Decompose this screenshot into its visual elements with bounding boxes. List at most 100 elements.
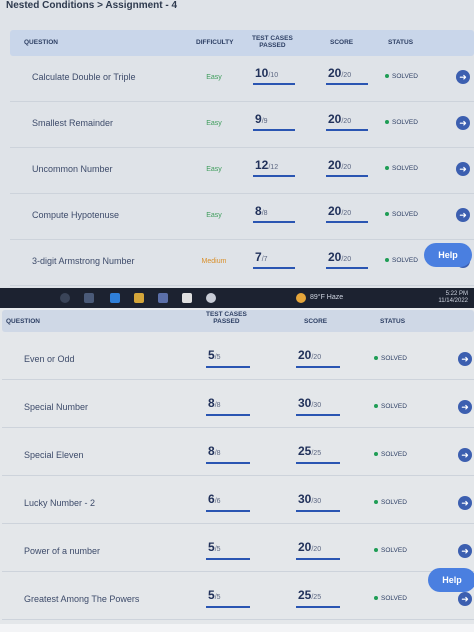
status-badge: SOLVED [374, 595, 407, 602]
test-cases-passed: 8/8 [208, 396, 221, 410]
breadcrumb[interactable]: Nested Conditions > Assignment - 4 [6, 0, 177, 11]
app-icon[interactable] [182, 293, 192, 303]
difficulty-label: Easy [206, 212, 222, 219]
task-view-icon[interactable] [84, 293, 94, 303]
file-explorer-icon[interactable] [134, 293, 144, 303]
search-icon[interactable] [60, 293, 70, 303]
score-progress-bar [326, 175, 368, 177]
tests-total-value: /7 [261, 256, 268, 263]
table-row[interactable]: Power of a number 5/5 20/20 SOLVED ➜ [2, 528, 474, 572]
solved-dot-icon [385, 166, 389, 171]
col-difficulty: DIFFICULTY [196, 39, 234, 46]
test-cases-passed: 10/10 [255, 66, 278, 80]
score-total: /20 [341, 118, 352, 125]
open-arrow-icon[interactable]: ➜ [458, 544, 472, 558]
solved-dot-icon [374, 548, 378, 553]
question-name[interactable]: 3-digit Armstrong Number [32, 256, 135, 266]
score-earned: 20 [328, 66, 342, 80]
col-score: SCORE [304, 318, 328, 325]
score-value: 20/20 [298, 540, 321, 554]
score-value: 20/20 [328, 250, 351, 264]
score-progress-bar [296, 606, 340, 608]
solved-dot-icon [374, 500, 378, 505]
clock[interactable]: 5:22 PM 11/14/2022 [438, 291, 468, 305]
tests-passed-value: 12 [255, 158, 269, 172]
tests-total-value: /10 [268, 72, 279, 79]
table-row[interactable]: Calculate Double or Triple Easy 10/10 20… [10, 58, 474, 102]
status-text: SOLVED [381, 595, 407, 602]
status-badge: SOLVED [385, 165, 418, 172]
score-value: 25/25 [298, 588, 321, 602]
open-arrow-icon[interactable]: ➜ [456, 208, 470, 222]
status-badge: SOLVED [385, 119, 418, 126]
col-score: SCORE [330, 39, 354, 46]
open-arrow-icon[interactable]: ➜ [458, 400, 472, 414]
solved-dot-icon [374, 404, 378, 409]
table-row[interactable]: Uncommon Number Easy 12/12 20/20 SOLVED … [10, 150, 474, 194]
score-total: /30 [311, 402, 322, 409]
edge-icon[interactable] [110, 293, 120, 303]
status-badge: SOLVED [385, 257, 418, 264]
question-name[interactable]: Greatest Among The Powers [24, 594, 139, 604]
chrome-icon[interactable] [206, 293, 216, 303]
open-arrow-icon[interactable]: ➜ [456, 116, 470, 130]
test-cases-passed: 5/5 [208, 588, 221, 602]
table-row[interactable]: Special Number 8/8 30/30 SOLVED ➜ [2, 384, 474, 428]
tests-total-value: /8 [261, 210, 268, 217]
status-badge: SOLVED [385, 211, 418, 218]
table-row[interactable]: Compute Hypotenuse Easy 8/8 20/20 SOLVED… [10, 196, 474, 240]
tests-passed-value: 5 [208, 588, 215, 602]
col-test-cases-line2: PASSED [213, 318, 240, 325]
col-status: STATUS [388, 39, 414, 46]
tests-progress-bar [206, 366, 250, 368]
score-total: /25 [311, 450, 322, 457]
open-arrow-icon[interactable]: ➜ [456, 162, 470, 176]
weather-text[interactable]: 89°F Haze [310, 294, 343, 301]
question-name[interactable]: Uncommon Number [32, 164, 113, 174]
score-value: 20/20 [328, 158, 351, 172]
score-progress-bar [296, 366, 340, 368]
tests-passed-value: 8 [208, 396, 215, 410]
table-row[interactable]: Greatest Among The Powers 5/5 25/25 SOLV… [2, 576, 474, 620]
tests-progress-bar [206, 558, 250, 560]
score-total: /30 [311, 498, 322, 505]
question-name[interactable]: Special Number [24, 402, 88, 412]
open-arrow-icon[interactable]: ➜ [458, 448, 472, 462]
col-question: QUESTION [24, 39, 58, 46]
table-row[interactable]: Special Eleven 8/8 25/25 SOLVED ➜ [2, 432, 474, 476]
question-name[interactable]: Compute Hypotenuse [32, 210, 119, 220]
status-text: SOLVED [392, 73, 418, 80]
status-badge: SOLVED [374, 355, 407, 362]
question-name[interactable]: Power of a number [24, 546, 100, 556]
help-button[interactable]: Help [428, 568, 474, 592]
score-total: /20 [341, 72, 352, 79]
question-name[interactable]: Smallest Remainder [32, 118, 113, 128]
open-arrow-icon[interactable]: ➜ [458, 352, 472, 366]
help-button[interactable]: Help [424, 243, 472, 267]
question-name[interactable]: Lucky Number - 2 [24, 498, 95, 508]
tests-progress-bar [253, 267, 295, 269]
tests-passed-value: 8 [208, 444, 215, 458]
table-row[interactable]: Lucky Number - 2 6/6 30/30 SOLVED ➜ [2, 480, 474, 524]
solved-dot-icon [385, 74, 389, 79]
score-progress-bar [326, 129, 368, 131]
question-name[interactable]: Special Eleven [24, 450, 84, 460]
status-text: SOLVED [392, 257, 418, 264]
question-name[interactable]: Even or Odd [24, 354, 75, 364]
status-badge: SOLVED [374, 403, 407, 410]
open-arrow-icon[interactable]: ➜ [458, 592, 472, 606]
question-name[interactable]: Calculate Double or Triple [32, 72, 136, 82]
table-row[interactable]: 3-digit Armstrong Number Medium 7/7 20/2… [10, 242, 474, 286]
store-icon[interactable] [158, 293, 168, 303]
solved-dot-icon [374, 596, 378, 601]
table-header: QUESTION DIFFICULTY TEST CASES PASSED SC… [10, 30, 474, 56]
table-row[interactable]: Smallest Remainder Easy 9/9 20/20 SOLVED… [10, 104, 474, 148]
tests-progress-bar [206, 510, 250, 512]
tests-progress-bar [206, 606, 250, 608]
open-arrow-icon[interactable]: ➜ [458, 496, 472, 510]
status-text: SOLVED [381, 547, 407, 554]
test-cases-passed: 9/9 [255, 112, 268, 126]
score-total: /25 [311, 594, 322, 601]
open-arrow-icon[interactable]: ➜ [456, 70, 470, 84]
table-row[interactable]: Even or Odd 5/5 20/20 SOLVED ➜ [2, 336, 474, 380]
